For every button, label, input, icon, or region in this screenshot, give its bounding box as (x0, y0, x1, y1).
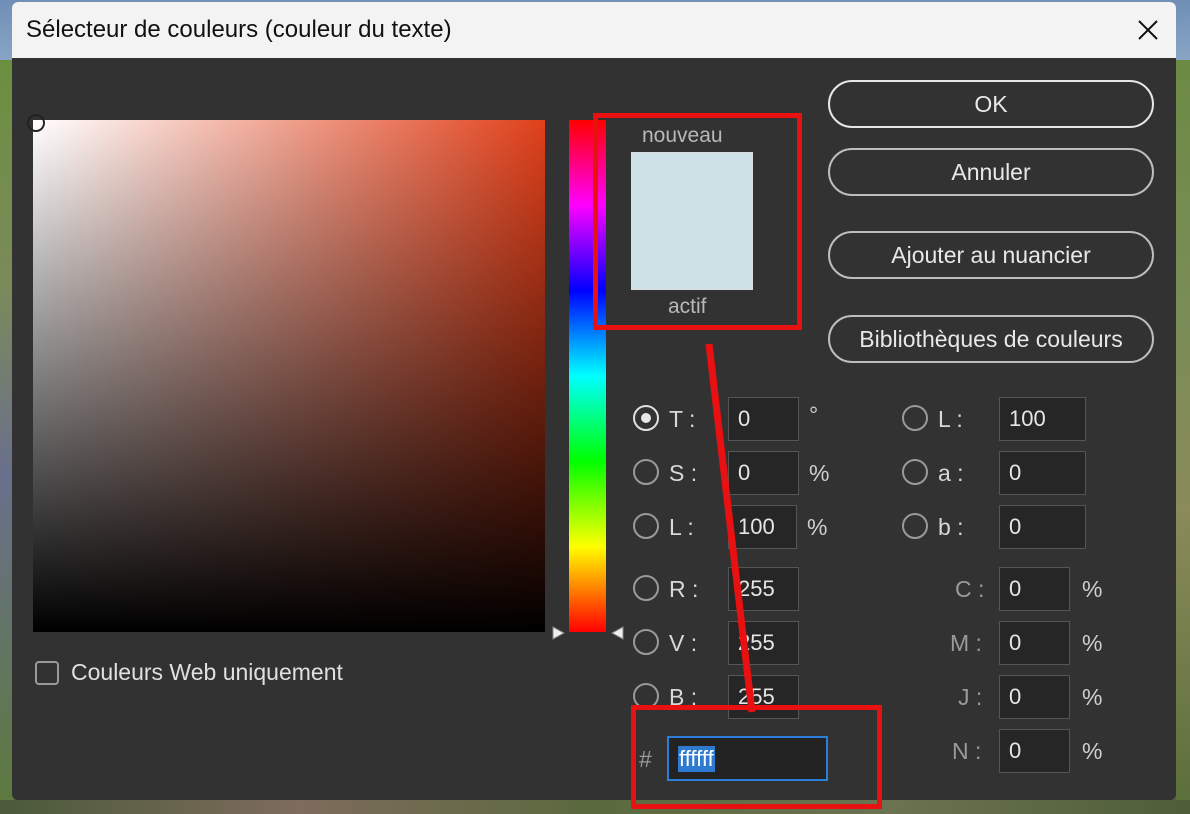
background-scenery-bottom (0, 800, 1190, 814)
radio-hue[interactable] (633, 405, 659, 431)
hue-slider[interactable] (569, 120, 606, 632)
magenta-input[interactable]: 0 (999, 621, 1070, 665)
lab-l-label: L : (938, 406, 963, 432)
radio-lab-l[interactable] (902, 405, 928, 431)
current-color-label: actif (668, 295, 707, 318)
slider-handle-right-icon[interactable] (610, 626, 624, 640)
black-input[interactable]: 0 (999, 729, 1070, 773)
new-color-label: nouveau (642, 124, 723, 147)
radio-brightness[interactable] (633, 513, 659, 539)
color-picker-dialog: Sélecteur de couleurs (couleur du texte)… (12, 2, 1176, 800)
percent-unit: % (1082, 576, 1103, 602)
magenta-label: M : (950, 630, 982, 656)
red-label: R : (669, 576, 699, 602)
black-label: N : (952, 738, 982, 764)
brightness-label: L : (669, 514, 694, 540)
cancel-button[interactable]: Annuler (828, 148, 1154, 196)
color-preview (631, 152, 753, 290)
blue-label: B : (669, 684, 698, 710)
lab-a-input[interactable]: 0 (999, 451, 1086, 495)
lab-l-input[interactable]: 100 (999, 397, 1086, 441)
new-color-swatch (632, 153, 752, 221)
percent-unit: % (1082, 630, 1103, 656)
hue-label: T : (669, 406, 696, 432)
saturation-label: S : (669, 460, 698, 486)
hex-value-selection: ffffff (678, 745, 715, 772)
web-colors-checkbox[interactable] (35, 661, 59, 685)
saturation-brightness-field[interactable] (27, 114, 545, 632)
degree-unit: ° (809, 402, 819, 428)
web-colors-label: Couleurs Web uniquement (71, 659, 343, 685)
percent-unit: % (1082, 684, 1103, 710)
cyan-label: C : (955, 576, 985, 602)
percent-unit: % (807, 514, 828, 540)
lab-b-label: b : (938, 514, 964, 540)
percent-unit: % (809, 460, 830, 486)
radio-blue[interactable] (633, 683, 659, 709)
close-icon (1138, 20, 1158, 40)
radio-green[interactable] (633, 629, 659, 655)
yellow-input[interactable]: 0 (999, 675, 1070, 719)
cyan-input[interactable]: 0 (999, 567, 1070, 611)
ok-button[interactable]: OK (828, 80, 1154, 128)
window-title: Sélecteur de couleurs (couleur du texte) (26, 16, 452, 43)
lab-b-input[interactable]: 0 (999, 505, 1086, 549)
yellow-label: J : (958, 684, 983, 710)
radio-lab-a[interactable] (902, 459, 928, 485)
slider-handle-left-icon[interactable] (552, 626, 566, 640)
title-bar: Sélecteur de couleurs (couleur du texte) (12, 2, 1176, 58)
percent-unit: % (1082, 738, 1103, 764)
background-scenery-right (1176, 60, 1190, 814)
radio-lab-b[interactable] (902, 513, 928, 539)
radio-saturation[interactable] (633, 459, 659, 485)
color-libraries-button[interactable]: Bibliothèques de couleurs (828, 315, 1154, 363)
close-button[interactable] (1120, 2, 1176, 58)
radio-red[interactable] (633, 575, 659, 601)
green-label: V : (669, 630, 698, 656)
hex-symbol: # (639, 746, 652, 772)
annotation-arrow-line (705, 343, 756, 713)
color-marker[interactable] (27, 114, 45, 132)
lab-a-label: a : (938, 460, 964, 486)
add-to-swatches-button[interactable]: Ajouter au nuancier (828, 231, 1154, 279)
hex-input[interactable]: ffffff (667, 736, 828, 781)
current-color-swatch[interactable] (632, 221, 752, 289)
